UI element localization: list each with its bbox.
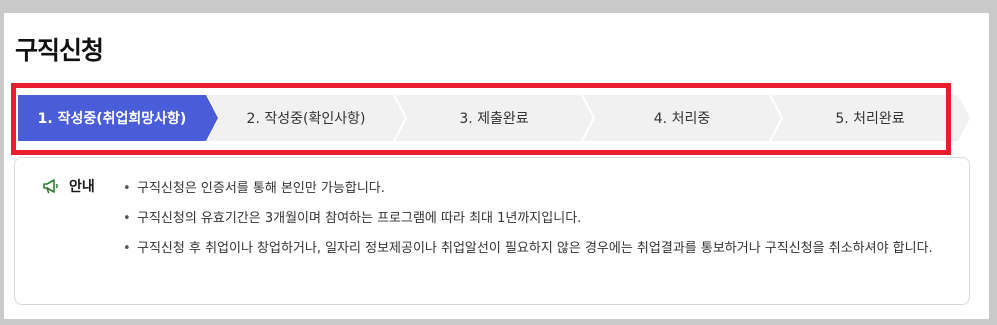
- notice-header: 안내: [41, 176, 95, 196]
- notice-item: 구직신청의 유효기간은 3개월이며 참여하는 프로그램에 따라 최대 1년까지입…: [123, 204, 958, 234]
- megaphone-icon: [41, 176, 61, 196]
- highlight-box: [11, 83, 951, 155]
- notice-title: 안내: [69, 179, 95, 195]
- notice-item: 구직신청은 인증서를 통해 본인만 가능합니다.: [123, 174, 958, 204]
- notice-box: 안내 구직신청은 인증서를 통해 본인만 가능합니다. 구직신청의 유효기간은 …: [14, 157, 970, 305]
- notice-item: 구직신청 후 취업이나 창업하거나, 일자리 정보제공이나 취업알선이 필요하지…: [123, 234, 958, 264]
- page-title: 구직신청: [15, 36, 104, 65]
- notice-list: 구직신청은 인증서를 통해 본인만 가능합니다. 구직신청의 유효기간은 3개월…: [123, 174, 958, 264]
